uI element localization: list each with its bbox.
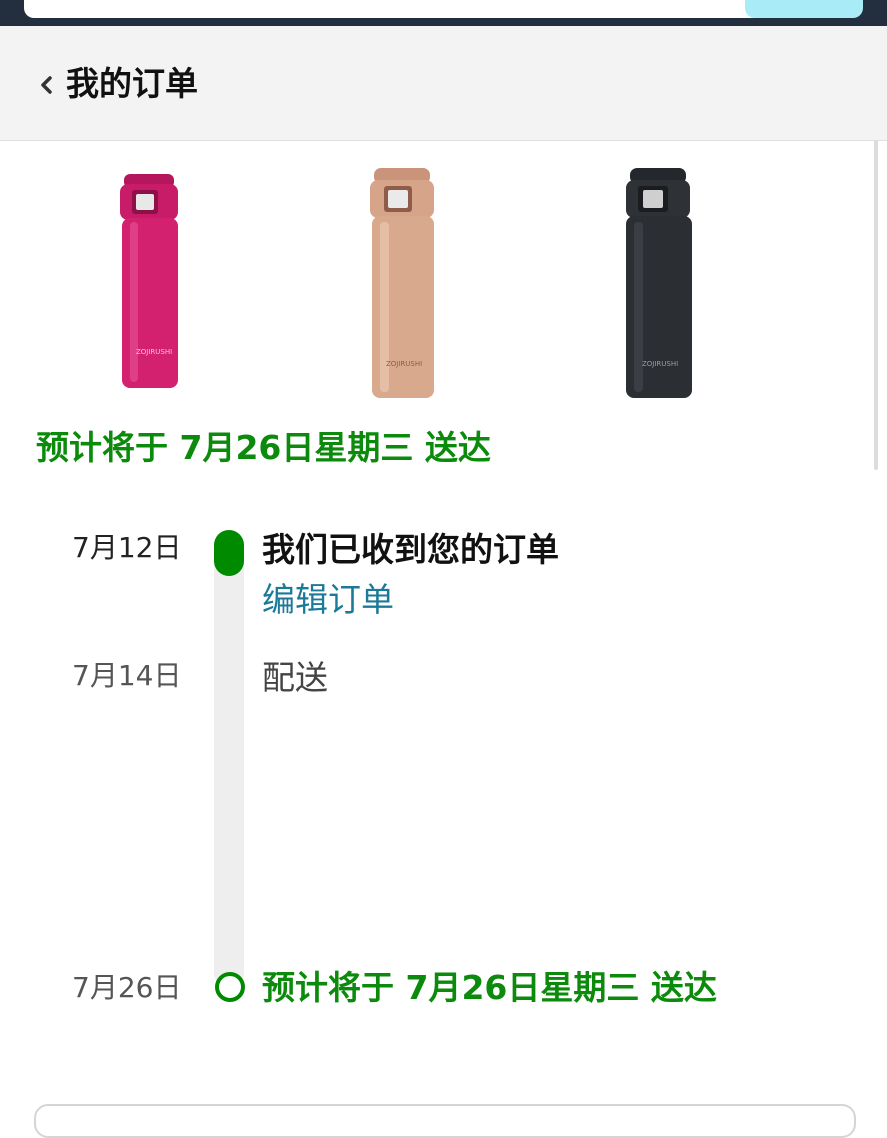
product-image-rose-gold-bottle[interactable]: ZOJIRUSHI xyxy=(360,166,440,402)
search-button[interactable] xyxy=(745,0,863,18)
search-input[interactable] xyxy=(24,0,764,18)
chevron-left-icon[interactable] xyxy=(36,74,58,96)
timeline-future-marker xyxy=(215,972,245,1002)
svg-text:ZOJIRUSHI: ZOJIRUSHI xyxy=(386,360,422,368)
product-image-pink-bottle[interactable]: ZOJIRUSHI xyxy=(110,172,186,392)
edit-order-link[interactable]: 编辑订单 xyxy=(262,578,394,622)
svg-text:ZOJIRUSHI: ZOJIRUSHI xyxy=(136,348,172,356)
top-search-bar xyxy=(0,0,887,26)
timeline-date-delivery: 7月26日 xyxy=(72,971,182,1004)
page-title: 我的订单 xyxy=(66,64,198,103)
timeline-event-delivery: 预计将于 7月26日星期三 送达 xyxy=(262,968,717,1007)
scrollbar[interactable] xyxy=(874,140,878,470)
delivery-estimate: 预计将于 7月26日星期三 送达 xyxy=(36,428,491,467)
timeline-progress-marker xyxy=(214,530,244,576)
timeline-track xyxy=(214,530,244,988)
page-header: 我的订单 xyxy=(0,26,887,141)
product-image-black-bottle[interactable]: ZOJIRUSHI xyxy=(614,166,698,402)
bottom-card[interactable] xyxy=(34,1104,856,1138)
timeline-event-ordered: 我们已收到您的订单 xyxy=(262,530,559,569)
timeline-event-shipping: 配送 xyxy=(262,658,328,697)
timeline-date-shipping: 7月14日 xyxy=(72,659,182,692)
svg-text:ZOJIRUSHI: ZOJIRUSHI xyxy=(642,360,678,368)
timeline-date-ordered: 7月12日 xyxy=(72,531,182,564)
